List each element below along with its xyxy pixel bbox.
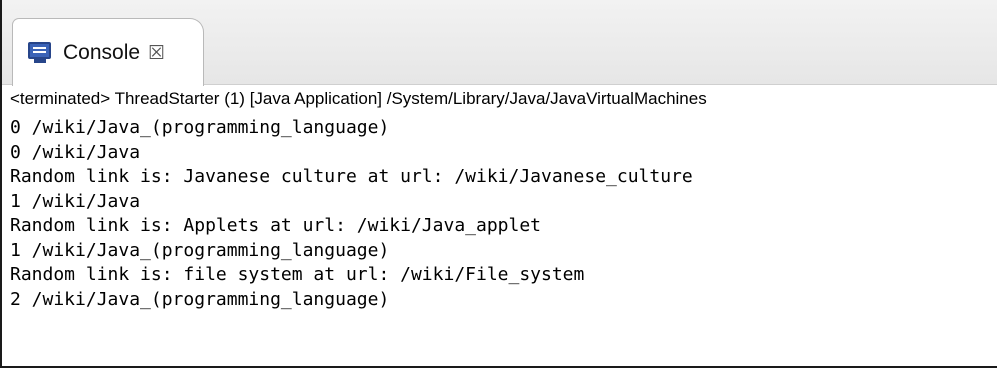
console-line: Random link is: Applets at url: /wiki/Ja… <box>10 215 542 236</box>
console-line: Random link is: Javanese culture at url:… <box>10 166 693 187</box>
console-view: Console ☒ <terminated> ThreadStarter (1)… <box>0 0 997 368</box>
view-tab-bar: Console ☒ <box>2 0 997 86</box>
console-line: 1 /wiki/Java_(programming_language) <box>10 239 390 261</box>
console-line: 1 /wiki/Java <box>10 190 141 212</box>
console-line: Random link is: file system at url: /wik… <box>10 264 585 285</box>
console-line: 2 /wiki/Java_(programming_language) <box>10 288 390 310</box>
close-icon[interactable]: ☒ <box>148 42 165 64</box>
tab-console-label: Console <box>63 40 141 64</box>
tab-console[interactable]: Console ☒ <box>12 18 204 86</box>
process-status-line: <terminated> ThreadStarter (1) [Java App… <box>10 89 707 108</box>
console-output[interactable]: 0 /wiki/Java_(programming_language) 0 /w… <box>10 116 997 366</box>
console-line: 0 /wiki/Java <box>10 141 141 163</box>
console-icon <box>27 41 53 64</box>
console-line: 0 /wiki/Java_(programming_language) <box>10 117 390 138</box>
